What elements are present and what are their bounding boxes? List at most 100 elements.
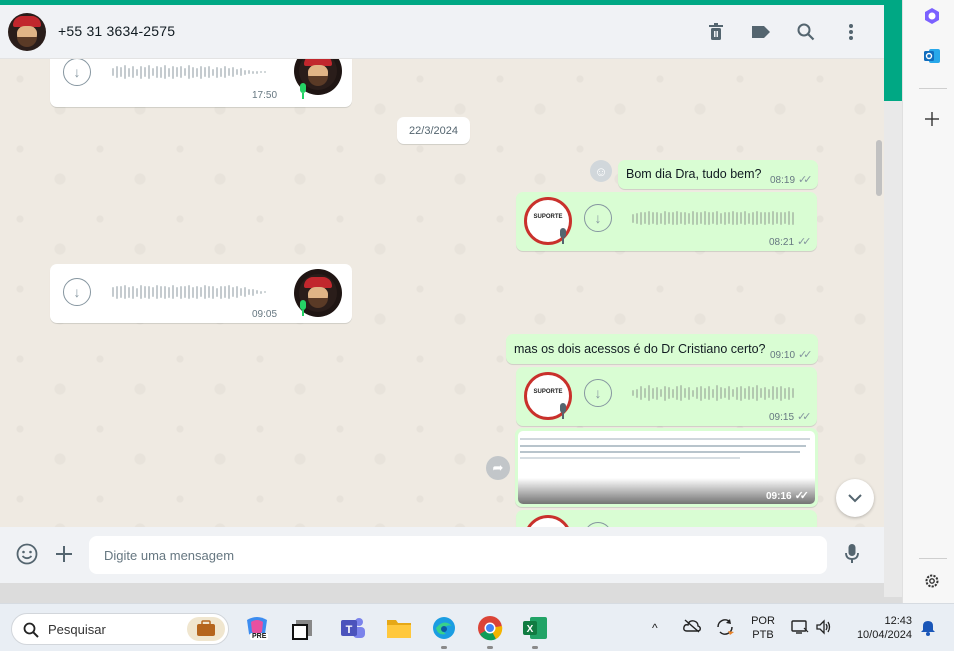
message-list[interactable]: ↓ 17:50 22/3/2024 ☺ Bom dia Dra, tudo be…: [0, 59, 884, 527]
input-language[interactable]: POR PTB: [748, 614, 778, 642]
attach-plus-icon[interactable]: [52, 542, 76, 566]
microphone-icon[interactable]: [840, 542, 864, 566]
copilot-badge: PRE: [250, 633, 269, 640]
message-time: 09:15: [769, 412, 795, 423]
sidebar-divider: [919, 88, 947, 89]
message-time-wrap: 09:10 ✓✓: [770, 348, 813, 361]
mic-icon: [298, 300, 308, 316]
browser-sidebar: [902, 0, 954, 603]
mic-icon: [298, 83, 308, 99]
chat-scrollbar[interactable]: [876, 140, 882, 196]
message-time: 08:19: [770, 175, 796, 186]
search-icon[interactable]: [795, 21, 817, 43]
volume-icon[interactable]: [815, 619, 833, 639]
read-ticks-icon: ✓✓: [797, 236, 812, 248]
emoji-icon[interactable]: [15, 542, 39, 566]
copilot-icon[interactable]: [921, 5, 943, 27]
read-ticks-icon: ✓✓: [798, 174, 813, 186]
app-generic-icon[interactable]: [288, 614, 316, 642]
excel-icon[interactable]: X: [521, 614, 549, 642]
message-time: 09:05: [252, 309, 278, 320]
cloud-offline-icon[interactable]: [683, 619, 701, 637]
logo-text: SUPORTE: [533, 389, 563, 395]
audio-waveform[interactable]: [112, 65, 266, 79]
trash-icon[interactable]: [705, 21, 727, 43]
add-icon[interactable]: [921, 108, 943, 130]
sync-icon[interactable]: [715, 618, 735, 640]
date-separator: 22/3/2024: [397, 117, 470, 144]
audio-message-incoming: ↓ 17:50: [50, 59, 352, 107]
read-ticks-icon: ✓✓: [798, 349, 813, 361]
forward-icon[interactable]: ➦: [486, 456, 510, 480]
read-ticks-icon: ✓✓: [794, 490, 810, 502]
outlook-icon[interactable]: [921, 45, 943, 67]
language-code: POR: [751, 615, 775, 627]
edge-browser-icon[interactable]: [430, 614, 458, 642]
file-explorer-icon[interactable]: [385, 614, 413, 642]
teams-icon[interactable]: T: [339, 614, 367, 642]
audio-message-incoming: ↓ 09:05: [50, 264, 352, 323]
message-time: 09:10: [770, 350, 796, 361]
svg-text:T: T: [346, 624, 353, 636]
download-icon[interactable]: ↓: [63, 59, 91, 86]
clock-time: 12:43: [884, 615, 912, 627]
audio-message-outgoing: ↓: [516, 510, 817, 527]
running-indicator: [441, 646, 447, 649]
keyboard-layout: PTB: [752, 629, 774, 641]
sender-logo-avatar: [524, 515, 572, 527]
chevron-up-icon[interactable]: ^: [652, 621, 658, 635]
audio-waveform[interactable]: [632, 385, 794, 401]
sidebar-divider: [919, 558, 947, 559]
system-clock[interactable]: 12:43 10/04/2024: [845, 614, 917, 642]
running-indicator: [487, 646, 493, 649]
message-text: Bom dia Dra, tudo bem?: [626, 167, 762, 181]
windows-taskbar: Pesquisar PRE T X ^ POR PTB 12:43 10/04/…: [0, 603, 954, 651]
contact-avatar[interactable]: [8, 13, 46, 51]
window-right-accent: [884, 5, 902, 101]
notification-bell-icon[interactable]: [920, 618, 936, 640]
message-time: 08:21: [769, 237, 795, 248]
composer-bar: [0, 527, 884, 583]
message-time-wrap: 09:15 ✓✓: [769, 410, 812, 423]
briefcase-icon: [187, 617, 225, 641]
message-time: 09:16: [766, 491, 792, 502]
copilot-taskbar-icon[interactable]: PRE: [243, 614, 271, 642]
emoji-reaction-icon[interactable]: ☺: [590, 160, 612, 182]
message-text: mas os dois acessos é do Dr Cristiano ce…: [514, 342, 766, 356]
chrome-icon[interactable]: [476, 614, 504, 642]
whatsapp-window: +55 31 3634-2575 ↓ 17:50 22/3/2024 ☺ Bom…: [0, 5, 884, 583]
mic-icon: [558, 228, 568, 244]
logo-text: SUPORTE: [533, 214, 563, 220]
taskbar-search[interactable]: Pesquisar: [11, 613, 229, 645]
download-icon[interactable]: ↓: [584, 204, 612, 232]
window-right-gutter: [884, 101, 902, 597]
message-time-wrap: 08:21 ✓✓: [769, 235, 812, 248]
network-icon[interactable]: [791, 619, 809, 639]
audio-message-outgoing: SUPORTE ↓ 08:21 ✓✓: [516, 192, 817, 251]
contact-name[interactable]: +55 31 3634-2575: [58, 23, 175, 39]
audio-waveform[interactable]: [632, 211, 794, 225]
scroll-to-bottom-button[interactable]: [836, 479, 874, 517]
download-icon[interactable]: ↓: [63, 278, 91, 306]
label-tag-icon[interactable]: [750, 21, 772, 43]
spreadsheet-screenshot-image[interactable]: 09:16 ✓✓: [518, 431, 815, 504]
read-ticks-icon: ✓✓: [797, 411, 812, 423]
svg-text:X: X: [527, 624, 534, 635]
image-message-outgoing[interactable]: 09:16 ✓✓: [515, 428, 818, 507]
settings-gear-icon[interactable]: [921, 570, 943, 592]
mic-icon: [558, 403, 568, 419]
clock-date: 10/04/2024: [856, 629, 912, 641]
audio-message-outgoing: SUPORTE ↓ 09:15 ✓✓: [516, 367, 817, 426]
download-icon[interactable]: ↓: [584, 379, 612, 407]
message-time-wrap: 09:16 ✓✓: [766, 489, 810, 502]
message-time-wrap: 08:19 ✓✓: [770, 173, 813, 186]
message-input[interactable]: [89, 536, 827, 574]
menu-kebab-icon[interactable]: [840, 21, 862, 43]
taskbar-search-label: Pesquisar: [48, 622, 106, 637]
message-time: 17:50: [252, 90, 278, 101]
running-indicator: [532, 646, 538, 649]
chat-header: +55 31 3634-2575: [0, 5, 884, 59]
search-icon: [23, 622, 39, 638]
text-message-outgoing: Bom dia Dra, tudo bem? 08:19 ✓✓: [618, 160, 818, 189]
audio-waveform[interactable]: [112, 285, 266, 299]
